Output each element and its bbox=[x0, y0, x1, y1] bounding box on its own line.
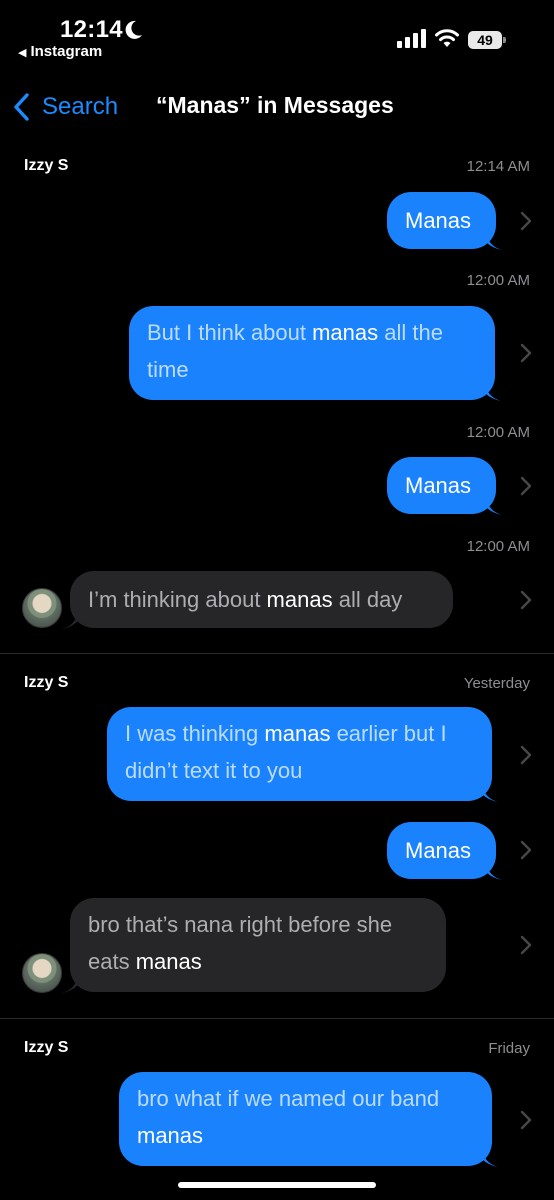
section-contact-name: Izzy S bbox=[24, 157, 69, 174]
highlighted-match: manas bbox=[312, 320, 379, 345]
message-text: I was thinking bbox=[125, 721, 265, 746]
bubble-tail-icon bbox=[486, 232, 502, 250]
highlighted-match: manas bbox=[266, 587, 333, 612]
chevron-right-icon[interactable] bbox=[520, 935, 532, 955]
wifi-icon bbox=[435, 29, 459, 47]
incoming-message-bubble[interactable]: I’m thinking about manas all day bbox=[70, 571, 453, 628]
message-text: bro that’s nana right before she eats bbox=[88, 912, 393, 974]
message-timestamp: 12:00 AM bbox=[466, 272, 530, 289]
battery-indicator: 49 bbox=[468, 31, 506, 49]
back-button[interactable]: Search bbox=[12, 90, 118, 124]
bubble-tail-icon bbox=[486, 862, 502, 880]
bubble-tail-icon bbox=[486, 497, 502, 515]
bubble-tail-icon bbox=[62, 975, 78, 993]
message-timestamp: 12:00 AM bbox=[466, 424, 530, 441]
section-contact-name: Izzy S bbox=[24, 674, 69, 691]
chevron-right-icon[interactable] bbox=[520, 343, 532, 363]
highlighted-match: manas bbox=[135, 949, 202, 974]
incoming-message-bubble[interactable]: bro that’s nana right before she eats ma… bbox=[70, 898, 446, 992]
section-time: Yesterday bbox=[463, 675, 530, 692]
section-divider bbox=[0, 1018, 554, 1019]
message-text: all day bbox=[332, 587, 403, 612]
outgoing-message-bubble[interactable]: I was thinking manas earlier but I didn’… bbox=[107, 707, 492, 801]
contact-avatar bbox=[22, 953, 62, 993]
chevron-right-icon[interactable] bbox=[520, 745, 532, 765]
page-title: “Manas” in Messages bbox=[156, 92, 394, 118]
back-app-label: Instagram bbox=[30, 43, 103, 60]
battery-nub bbox=[503, 37, 506, 43]
home-indicator[interactable] bbox=[178, 1182, 376, 1188]
message-text: bro what if we named our band bbox=[137, 1086, 440, 1111]
bubble-tail-icon bbox=[485, 383, 501, 401]
bubble-tail-icon bbox=[62, 611, 78, 629]
chevron-right-icon[interactable] bbox=[520, 211, 532, 231]
section-divider bbox=[0, 653, 554, 654]
contact-avatar bbox=[22, 588, 62, 628]
chevron-left-icon bbox=[14, 93, 29, 121]
chevron-right-icon[interactable] bbox=[520, 590, 532, 610]
do-not-disturb-moon-icon bbox=[125, 20, 142, 39]
highlighted-match: manas bbox=[137, 1123, 204, 1148]
message-text: I’m thinking about bbox=[88, 587, 267, 612]
section-time: Friday bbox=[488, 1040, 530, 1057]
status-time: 12:14 bbox=[60, 16, 123, 43]
battery-level: 49 bbox=[468, 31, 502, 49]
chevron-right-icon[interactable] bbox=[520, 1110, 532, 1130]
highlighted-match: manas bbox=[264, 721, 331, 746]
outgoing-message-bubble[interactable]: Manas bbox=[387, 457, 496, 514]
outgoing-message-bubble[interactable]: Manas bbox=[387, 192, 496, 249]
bubble-tail-icon bbox=[482, 784, 498, 802]
section-time: 12:14 AM bbox=[466, 158, 530, 175]
outgoing-message-bubble[interactable]: bro what if we named our band manas bbox=[119, 1072, 492, 1166]
highlighted-match: Manas bbox=[405, 208, 472, 233]
bubble-tail-icon bbox=[482, 1149, 498, 1167]
message-text: But I think about bbox=[147, 320, 313, 345]
outgoing-message-bubble[interactable]: But I think about manas all the time bbox=[129, 306, 495, 400]
back-to-app-link[interactable]: ◀ Instagram bbox=[18, 43, 102, 60]
back-button-label: Search bbox=[42, 93, 119, 120]
cellular-signal-icon bbox=[397, 29, 426, 48]
highlighted-match: Manas bbox=[405, 473, 472, 498]
message-timestamp: 12:00 AM bbox=[466, 538, 530, 555]
chevron-right-icon[interactable] bbox=[520, 476, 532, 496]
section-contact-name: Izzy S bbox=[24, 1039, 69, 1056]
outgoing-message-bubble[interactable]: Manas bbox=[387, 822, 496, 879]
chevron-right-icon[interactable] bbox=[520, 840, 532, 860]
highlighted-match: Manas bbox=[405, 838, 472, 863]
status-bar: 12:14 ◀ Instagram 49 bbox=[0, 0, 554, 70]
back-triangle-icon: ◀ bbox=[18, 47, 27, 59]
